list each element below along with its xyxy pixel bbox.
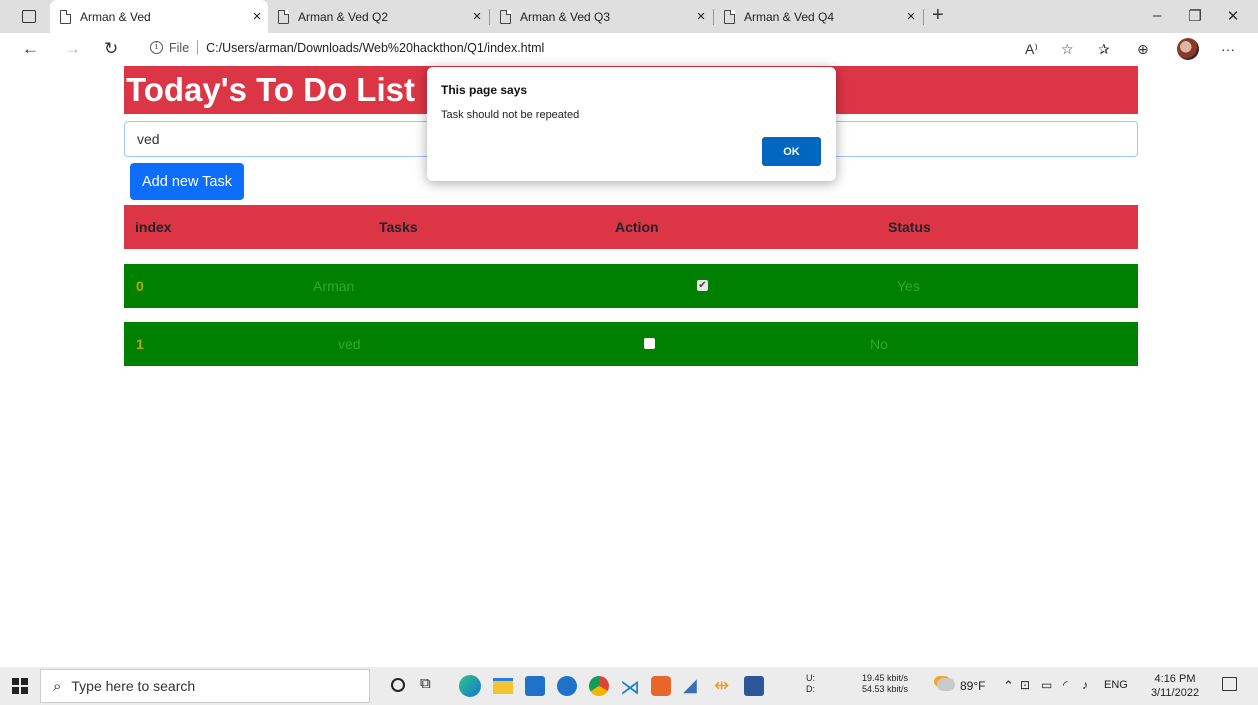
header-action: Action (615, 219, 659, 235)
header-index: index (135, 219, 172, 235)
address-divider (197, 40, 199, 55)
table-row: 0 Arman ✔ Yes (124, 264, 1138, 308)
battery-icon[interactable]: ▭ (1041, 678, 1052, 692)
refresh-icon[interactable]: ↻ (104, 39, 118, 59)
tab-close-icon[interactable]: × (690, 8, 712, 25)
alert-dialog: This page says Task should not be repeat… (427, 67, 836, 181)
read-aloud-icon[interactable]: A⁾ (1025, 41, 1038, 58)
row-index: 0 (136, 278, 144, 294)
tab-actions-icon[interactable] (22, 10, 36, 23)
row-checkbox[interactable]: ✔ (697, 280, 708, 291)
more-menu-icon[interactable]: ··· (1221, 41, 1235, 57)
net-down-value: 54.53 kbit/s (862, 684, 909, 694)
page-icon (500, 9, 511, 24)
start-windows-icon[interactable] (12, 678, 28, 694)
taskbar: ⌕ Type here to search ⧉ ⋊ ◢ ⇹ U: D: 19.4… (0, 667, 1258, 705)
row-task: ved (338, 336, 361, 352)
weather-icon (937, 678, 955, 691)
address-bar[interactable]: i File C:/Users/arman/Downloads/Web%20ha… (150, 40, 544, 55)
tab-close-icon[interactable]: × (466, 8, 488, 25)
app-arrows-icon[interactable]: ⇹ (714, 675, 729, 696)
taskbar-search-box[interactable]: ⌕ Type here to search (40, 669, 370, 703)
header-status: Status (888, 219, 931, 235)
net-up-value: 19.45 kbit/s (862, 673, 909, 683)
tab-q3[interactable]: Arman & Ved Q3 × (490, 0, 712, 33)
xampp-icon[interactable] (651, 676, 671, 696)
notifications-icon[interactable] (1222, 677, 1237, 691)
forward-icon[interactable]: → (64, 39, 81, 59)
net-meter: U: D: (806, 673, 815, 695)
clock[interactable]: 4:16 PM 3/11/2022 (1150, 672, 1200, 700)
dialog-message: Task should not be repeated (441, 109, 580, 121)
app-pen-icon[interactable]: ◢ (683, 675, 697, 696)
restore-icon[interactable]: ❐ (1185, 7, 1205, 25)
search-icon: ⌕ (53, 677, 62, 695)
profile-avatar[interactable] (1177, 38, 1199, 60)
favorite-star-icon[interactable]: ☆ (1061, 41, 1074, 58)
row-status: No (870, 336, 888, 352)
net-speeds: 19.45 kbit/s 54.53 kbit/s (862, 673, 908, 695)
dialog-title: This page says (441, 83, 528, 97)
tab-close-icon[interactable]: × (900, 8, 922, 25)
chrome-icon[interactable] (589, 676, 609, 696)
tab-q2[interactable]: Arman & Ved Q2 × (268, 0, 488, 33)
tab-separator (923, 9, 924, 25)
close-window-icon[interactable]: ✕ (1223, 7, 1243, 25)
page-icon (724, 9, 735, 24)
store-icon[interactable] (525, 676, 545, 696)
tray-meet-icon[interactable]: ⊡ (1020, 678, 1030, 692)
file-label: File (169, 40, 190, 55)
task-view-icon[interactable]: ⧉ (420, 675, 431, 692)
header-tasks: Tasks (379, 219, 418, 235)
word-icon[interactable] (744, 676, 764, 696)
tab-close-icon[interactable]: × (246, 8, 268, 25)
url-text[interactable]: C:/Users/arman/Downloads/Web%20hackthon/… (206, 41, 544, 55)
ok-button[interactable]: OK (762, 137, 821, 166)
volume-icon[interactable]: ♪ (1082, 678, 1088, 692)
table-row: 1 ved No (124, 322, 1138, 366)
app-icon[interactable] (557, 676, 577, 696)
tab-title: Arman & Ved (80, 9, 151, 24)
clock-time: 4:16 PM (1154, 673, 1196, 685)
back-icon[interactable]: ← (22, 39, 39, 59)
net-up-label: U: (806, 673, 815, 683)
browser-tab-strip: Arman & Ved × Arman & Ved Q2 × Arman & V… (0, 0, 1258, 33)
favorites-list-icon[interactable]: ✰ (1098, 41, 1110, 58)
row-status: Yes (897, 278, 920, 294)
collections-icon[interactable]: ⊕ (1137, 41, 1149, 58)
weather-temp[interactable]: 89°F (960, 679, 985, 693)
file-explorer-icon[interactable] (493, 678, 513, 694)
add-task-button[interactable]: Add new Task (130, 163, 244, 200)
row-checkbox[interactable] (644, 338, 655, 349)
edge-icon[interactable] (459, 675, 481, 697)
new-tab-icon[interactable]: + (932, 4, 944, 27)
tray-chevron-icon[interactable]: ⌃ (1003, 678, 1014, 694)
browser-toolbar: ← → ↻ i File C:/Users/arman/Downloads/We… (0, 33, 1258, 66)
tab-q4[interactable]: Arman & Ved Q4 × (714, 0, 922, 33)
tab-q1[interactable]: Arman & Ved × (50, 0, 268, 33)
minimize-icon[interactable]: – (1147, 7, 1167, 24)
clock-date: 3/11/2022 (1150, 687, 1200, 699)
row-task: Arman (313, 278, 355, 294)
tab-title: Arman & Ved Q2 (298, 9, 389, 24)
vscode-icon[interactable]: ⋊ (620, 675, 640, 700)
info-icon[interactable]: i (150, 41, 163, 54)
row-index: 1 (136, 336, 144, 352)
cortana-icon[interactable] (391, 678, 405, 692)
page-icon (60, 9, 71, 24)
wifi-icon[interactable]: ◜ (1063, 678, 1068, 692)
taskbar-search-placeholder: Type here to search (71, 678, 196, 694)
page-icon (278, 9, 289, 24)
tab-title: Arman & Ved Q3 (520, 9, 611, 24)
language-indicator[interactable]: ENG (1104, 679, 1128, 691)
table-header: index Tasks Action Status (124, 205, 1138, 249)
net-down-label: D: (806, 684, 815, 694)
tab-title: Arman & Ved Q4 (744, 9, 835, 24)
